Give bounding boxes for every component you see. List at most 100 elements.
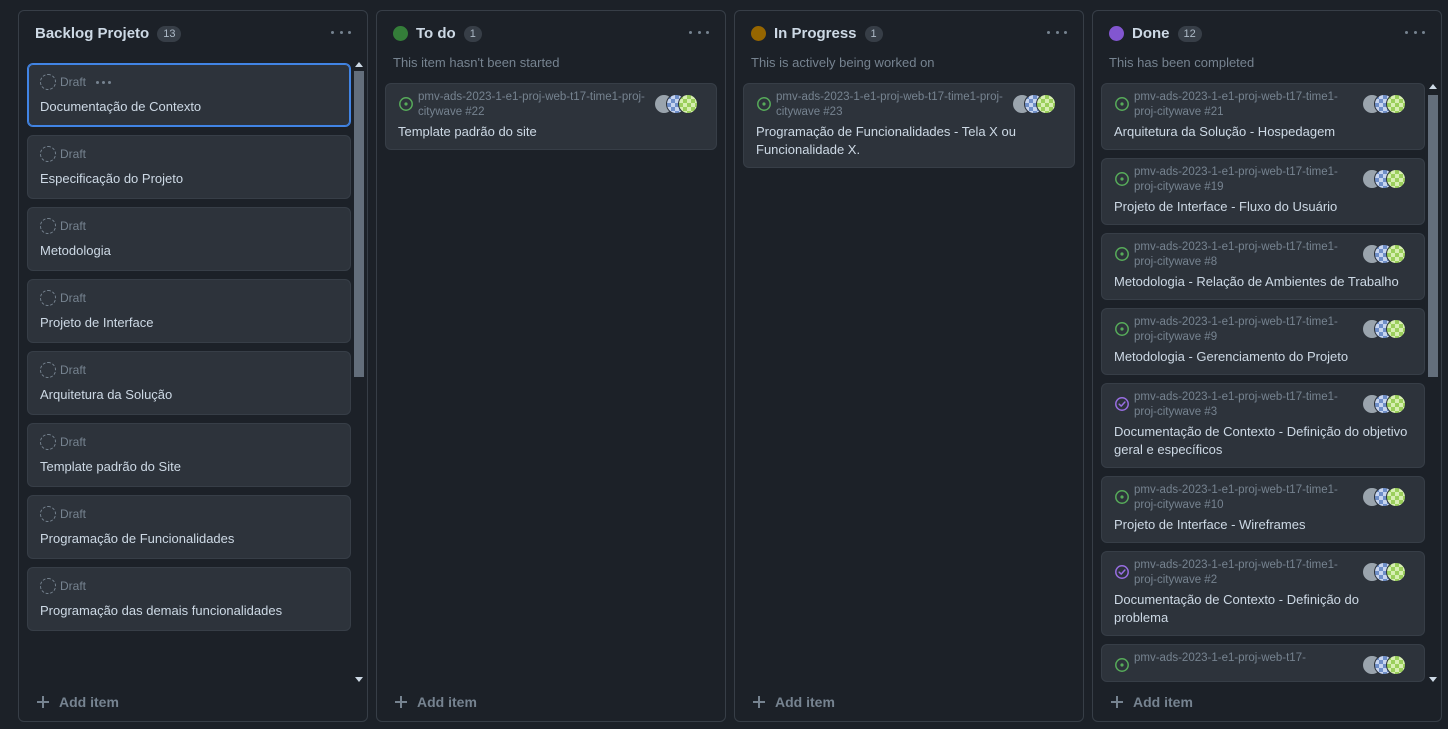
draft-label: Draft xyxy=(60,579,87,593)
card-menu-icon[interactable] xyxy=(96,80,112,84)
card-title: Programação das demais funcionalidades xyxy=(40,603,283,618)
repo-label[interactable]: pmv-ads-2023-1-e1-proj-web-t17- xyxy=(1134,651,1306,666)
column-menu-button[interactable] xyxy=(329,23,353,41)
issue-card[interactable]: pmv-ads-2023-1-e1-proj-web-t17-time1-pro… xyxy=(1101,83,1425,150)
column-menu-button[interactable] xyxy=(1403,23,1427,41)
issue-card[interactable]: pmv-ads-2023-1-e1-proj-web-t17-time1-pro… xyxy=(1101,551,1425,636)
repo-label[interactable]: pmv-ads-2023-1-e1-proj-web-t17-time1-pro… xyxy=(1134,390,1356,420)
card-title[interactable]: Projeto de Interface - Fluxo do Usuário xyxy=(1114,198,1412,216)
card-title: Documentação de Contexto xyxy=(40,99,202,114)
draft-card[interactable]: Draft Template padrão do Site xyxy=(27,423,351,487)
add-item-button[interactable]: Add item xyxy=(377,683,725,721)
card-title[interactable]: Documentação de Contexto - Definição do … xyxy=(1114,423,1412,459)
scroll-up-arrow-icon[interactable] xyxy=(355,62,363,67)
repo-label[interactable]: pmv-ads-2023-1-e1-proj-web-t17-time1-pro… xyxy=(1134,90,1356,120)
draft-label: Draft xyxy=(60,291,87,305)
assignee-avatars[interactable] xyxy=(1362,169,1412,189)
card-list: pmv-ads-2023-1-e1-proj-web-t17-time1-pro… xyxy=(1101,83,1425,685)
scroll-down-arrow-icon[interactable] xyxy=(1429,677,1437,682)
repo-label[interactable]: pmv-ads-2023-1-e1-proj-web-t17-time1-pro… xyxy=(1134,165,1356,195)
assignee-avatars[interactable] xyxy=(1362,244,1412,264)
column-description: This has been completed xyxy=(1109,55,1255,70)
issue-card[interactable]: pmv-ads-2023-1-e1-proj-web-t17-time1-pro… xyxy=(1101,383,1425,468)
draft-status: Draft xyxy=(40,434,338,450)
issue-card[interactable]: pmv-ads-2023-1-e1-proj-web-t17-time1-pro… xyxy=(743,83,1075,168)
card-title[interactable]: Metodologia - Gerenciamento do Projeto xyxy=(1114,348,1412,366)
column-menu-button[interactable] xyxy=(1045,23,1069,41)
issue-open-icon xyxy=(1114,246,1130,262)
column-backlog: Backlog Projeto 13 Draft Documentação de … xyxy=(18,10,368,722)
card-title: Especificação do Projeto xyxy=(40,171,184,186)
repo-label[interactable]: pmv-ads-2023-1-e1-proj-web-t17-time1-pro… xyxy=(1134,558,1356,588)
scroll-up-arrow-icon[interactable] xyxy=(1429,84,1437,89)
avatar xyxy=(1386,487,1406,507)
draft-icon xyxy=(40,218,56,234)
scroll-down-arrow-icon[interactable] xyxy=(355,677,363,682)
item-count-badge: 13 xyxy=(157,25,182,42)
assignee-avatars[interactable] xyxy=(1012,94,1062,114)
card-title[interactable]: Programação de Funcionalidades - Tela X … xyxy=(756,123,1062,159)
draft-icon xyxy=(40,74,56,90)
assignee-avatars[interactable] xyxy=(1362,319,1412,339)
issue-card[interactable]: pmv-ads-2023-1-e1-proj-web-t17-time1-pro… xyxy=(1101,233,1425,300)
card-title[interactable]: Documentação de Contexto - Definição do … xyxy=(1114,591,1412,627)
card-title: Arquitetura da Solução xyxy=(40,387,173,402)
repo-label[interactable]: pmv-ads-2023-1-e1-proj-web-t17-time1-pro… xyxy=(418,90,648,120)
card-title[interactable]: Template padrão do site xyxy=(398,123,704,141)
repo-label[interactable]: pmv-ads-2023-1-e1-proj-web-t17-time1-pro… xyxy=(1134,240,1356,270)
issue-card[interactable]: pmv-ads-2023-1-e1-proj-web-t17-time1-pro… xyxy=(1101,476,1425,543)
draft-status: Draft xyxy=(40,506,338,522)
add-item-label: Add item xyxy=(417,694,477,710)
add-item-button[interactable]: Add item xyxy=(1093,683,1441,721)
add-item-button[interactable]: Add item xyxy=(19,683,367,721)
avatar xyxy=(678,94,698,114)
card-title[interactable]: Metodologia - Relação de Ambientes de Tr… xyxy=(1114,273,1412,291)
draft-card[interactable]: Draft Programação de Funcionalidades xyxy=(27,495,351,559)
draft-icon xyxy=(40,506,56,522)
issue-open-icon xyxy=(1114,321,1130,337)
card-list: pmv-ads-2023-1-e1-proj-web-t17-time1-pro… xyxy=(385,83,717,683)
scroll-thumb[interactable] xyxy=(1428,95,1438,377)
card-title[interactable]: Arquitetura da Solução - Hospedagem xyxy=(1114,123,1412,141)
assignee-avatars[interactable] xyxy=(1362,394,1412,414)
repo-label[interactable]: pmv-ads-2023-1-e1-proj-web-t17-time1-pro… xyxy=(1134,315,1356,345)
avatar xyxy=(1036,94,1056,114)
draft-status: Draft xyxy=(40,290,338,306)
draft-card[interactable]: Draft Projeto de Interface xyxy=(27,279,351,343)
issue-card[interactable]: pmv-ads-2023-1-e1-proj-web-t17-time1-pro… xyxy=(385,83,717,150)
issue-card[interactable]: pmv-ads-2023-1-e1-proj-web-t17- xyxy=(1101,644,1425,682)
column-menu-button[interactable] xyxy=(687,23,711,41)
plus-icon xyxy=(37,696,49,708)
assignee-avatars[interactable] xyxy=(1362,487,1412,507)
repo-label[interactable]: pmv-ads-2023-1-e1-proj-web-t17-time1-pro… xyxy=(776,90,1006,120)
draft-icon xyxy=(40,146,56,162)
issue-card[interactable]: pmv-ads-2023-1-e1-proj-web-t17-time1-pro… xyxy=(1101,158,1425,225)
draft-label: Draft xyxy=(60,435,87,449)
add-item-label: Add item xyxy=(775,694,835,710)
column-header: Done 12 xyxy=(1093,11,1441,59)
scrollbar[interactable] xyxy=(353,59,365,685)
add-item-button[interactable]: Add item xyxy=(735,683,1083,721)
draft-label: Draft xyxy=(60,75,87,89)
card-title: Projeto de Interface xyxy=(40,315,154,330)
issue-open-icon xyxy=(756,96,772,112)
avatar xyxy=(1386,319,1406,339)
scrollbar[interactable] xyxy=(1427,81,1439,685)
issue-card[interactable]: pmv-ads-2023-1-e1-proj-web-t17-time1-pro… xyxy=(1101,308,1425,375)
scroll-thumb[interactable] xyxy=(354,71,364,377)
assignee-avatars[interactable] xyxy=(1362,562,1412,582)
column-title: In Progress xyxy=(774,25,857,42)
card-title[interactable]: Projeto de Interface - Wireframes xyxy=(1114,516,1412,534)
draft-status: Draft xyxy=(40,578,338,594)
assignee-avatars[interactable] xyxy=(1362,655,1412,675)
draft-card[interactable]: Draft Especificação do Projeto xyxy=(27,135,351,199)
draft-card[interactable]: Draft Arquitetura da Solução xyxy=(27,351,351,415)
draft-card[interactable]: Draft Documentação de Contexto xyxy=(27,63,351,127)
assignee-avatars[interactable] xyxy=(654,94,704,114)
card-list: Draft Documentação de Contexto Draft Especi… xyxy=(27,63,351,685)
draft-card[interactable]: Draft Programação das demais funcionalida… xyxy=(27,567,351,631)
draft-card[interactable]: Draft Metodologia xyxy=(27,207,351,271)
card-title: Metodologia xyxy=(40,243,111,258)
assignee-avatars[interactable] xyxy=(1362,94,1412,114)
repo-label[interactable]: pmv-ads-2023-1-e1-proj-web-t17-time1-pro… xyxy=(1134,483,1356,513)
